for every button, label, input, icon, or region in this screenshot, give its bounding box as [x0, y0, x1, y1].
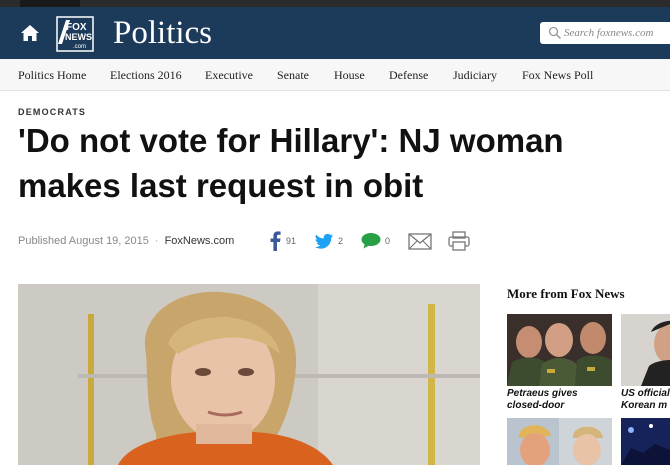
- facebook-count: 91: [286, 236, 297, 246]
- sidebar-thumb-1[interactable]: [507, 314, 612, 386]
- article-source[interactable]: FoxNews.com: [165, 235, 235, 247]
- sidebar-thumb-3[interactable]: [507, 418, 612, 465]
- petraeus-photo: [507, 314, 612, 386]
- search-icon[interactable]: [548, 26, 562, 40]
- fox-news-logo[interactable]: FOX NEWS .com: [56, 16, 94, 52]
- email-share[interactable]: [408, 231, 432, 251]
- sidebar-caption-2-line1: US official: [621, 388, 670, 399]
- crowd-photo: [621, 418, 670, 465]
- article-hero-image[interactable]: [18, 284, 480, 465]
- sidebar-thumb-2[interactable]: [621, 314, 670, 386]
- article-headline: 'Do not vote for Hillary': NJ woman makes…: [18, 118, 658, 208]
- sidebar-caption-1-line1: Petraeus gives: [507, 388, 578, 399]
- facebook-share[interactable]: 91: [268, 231, 304, 251]
- subnav-defense[interactable]: Defense: [389, 68, 428, 83]
- sidebar-caption-1[interactable]: Petraeus gives closed-door: [507, 388, 578, 412]
- comment-icon[interactable]: [361, 232, 381, 249]
- section-title[interactable]: Politics: [113, 13, 212, 53]
- article-meta: Published August 19, 2015 · FoxNews.com: [18, 235, 234, 247]
- subnav-fox-news-poll[interactable]: Fox News Poll: [522, 68, 593, 83]
- published-date: Published August 19, 2015: [18, 235, 149, 247]
- search-input[interactable]: [564, 22, 670, 44]
- comments-link[interactable]: 0: [361, 231, 395, 251]
- more-from-fox-title: More from Fox News: [507, 286, 625, 301]
- twitter-icon[interactable]: [314, 233, 334, 251]
- browser-tab[interactable]: [20, 0, 80, 7]
- subnav-judiciary[interactable]: Judiciary: [453, 68, 497, 83]
- politics-subnav: Politics Home Elections 2016 Executive S…: [0, 59, 670, 91]
- article-category[interactable]: DEMOCRATS: [18, 107, 86, 117]
- candidates-photo: [507, 418, 612, 465]
- hero-photo: [18, 284, 480, 465]
- twitter-count: 2: [338, 236, 344, 246]
- browser-top-strip: [0, 0, 670, 7]
- search-box[interactable]: [540, 22, 670, 44]
- meta-separator: ·: [154, 235, 159, 247]
- facebook-icon[interactable]: [268, 231, 282, 251]
- subnav-executive[interactable]: Executive: [205, 68, 253, 83]
- sidebar-caption-2-line2: Korean m: [621, 400, 668, 411]
- official-photo: [621, 314, 670, 386]
- sidebar-caption-1-line2: closed-door: [507, 400, 565, 411]
- subnav-elections-2016[interactable]: Elections 2016: [110, 68, 182, 83]
- headline-line-2: makes last request in obit: [18, 167, 424, 204]
- site-header: FOX NEWS .com Politics: [0, 7, 670, 59]
- sidebar-thumb-4[interactable]: [621, 418, 670, 465]
- subnav-senate[interactable]: Senate: [277, 68, 309, 83]
- sidebar-caption-2[interactable]: US official Korean m: [621, 388, 670, 412]
- email-icon[interactable]: [408, 233, 432, 250]
- comments-count: 0: [385, 236, 391, 246]
- subnav-house[interactable]: House: [334, 68, 365, 83]
- home-icon[interactable]: [20, 24, 40, 42]
- subnav-politics-home[interactable]: Politics Home: [18, 68, 86, 83]
- headline-line-1: 'Do not vote for Hillary': NJ woman: [18, 122, 564, 159]
- print-icon[interactable]: [448, 231, 470, 251]
- svg-text:.com: .com: [73, 44, 86, 50]
- twitter-share[interactable]: 2: [314, 231, 350, 251]
- print-button[interactable]: [448, 231, 470, 251]
- svg-text:NEWS: NEWS: [65, 32, 92, 42]
